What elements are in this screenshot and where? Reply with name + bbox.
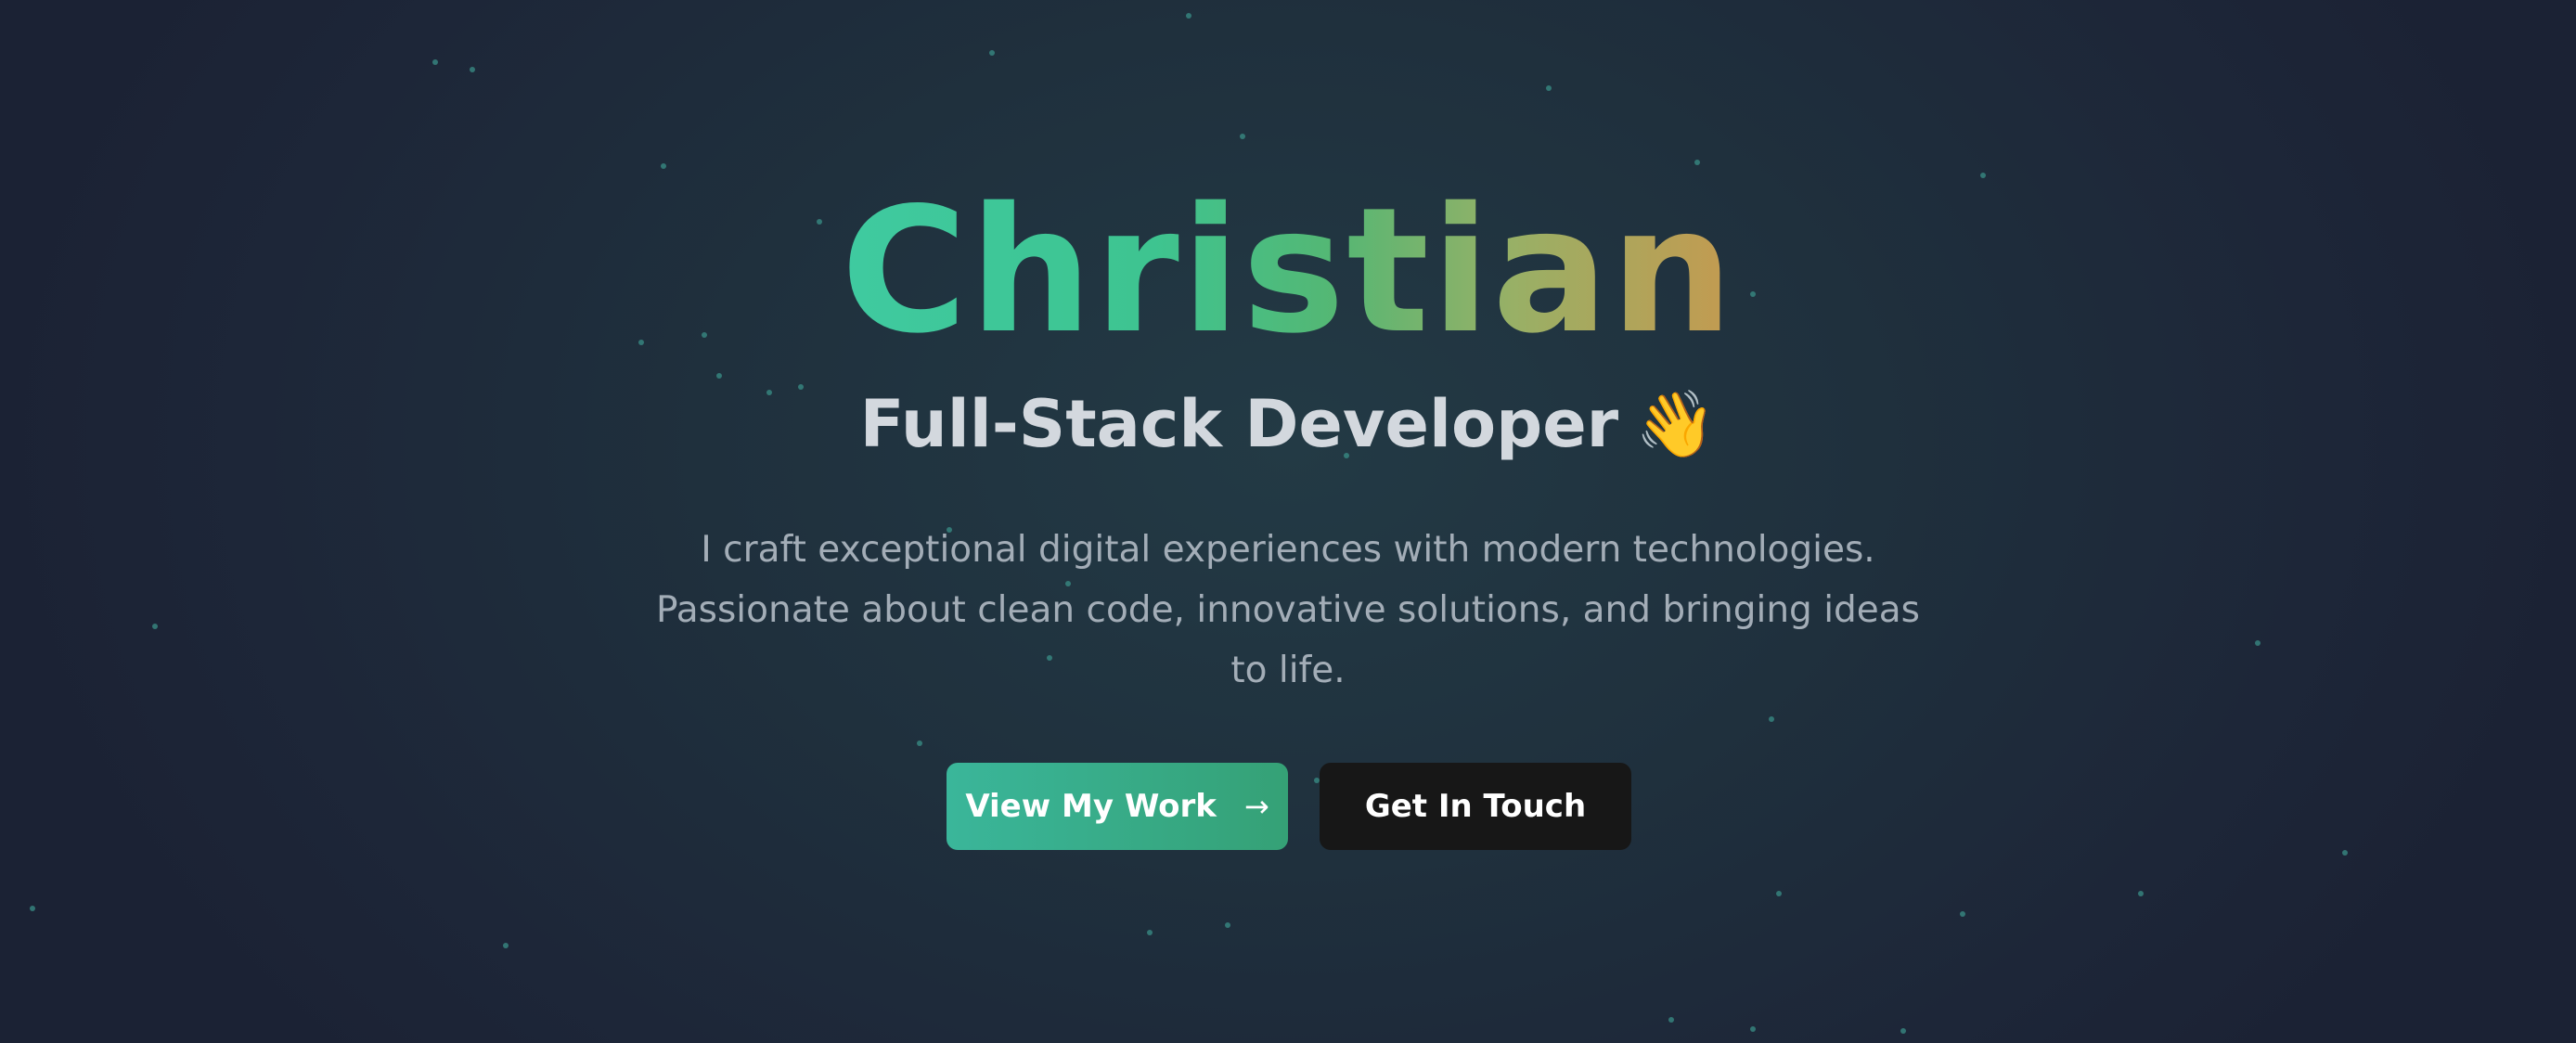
arrow-right-icon: →: [1243, 789, 1269, 824]
waving-hand-icon: 👋: [1635, 386, 1717, 462]
view-my-work-button[interactable]: View My Work →: [947, 763, 1288, 850]
hero-role: Full-Stack Developer 👋: [0, 382, 2576, 466]
hero-section: Christian Full-Stack Developer 👋 I craft …: [0, 0, 2576, 1043]
hero-description: I craft exceptional digital experiences …: [656, 529, 1920, 691]
get-in-touch-button[interactable]: Get In Touch: [1320, 763, 1631, 850]
view-my-work-label: View My Work: [965, 788, 1217, 825]
get-in-touch-label: Get In Touch: [1364, 788, 1587, 825]
hero-actions: View My Work → Get In Touch: [947, 763, 1631, 850]
hero-name: Christian: [0, 169, 2576, 373]
hero-name-text: Christian: [841, 170, 1735, 371]
hero-role-text: Full-Stack Developer: [859, 386, 1619, 462]
